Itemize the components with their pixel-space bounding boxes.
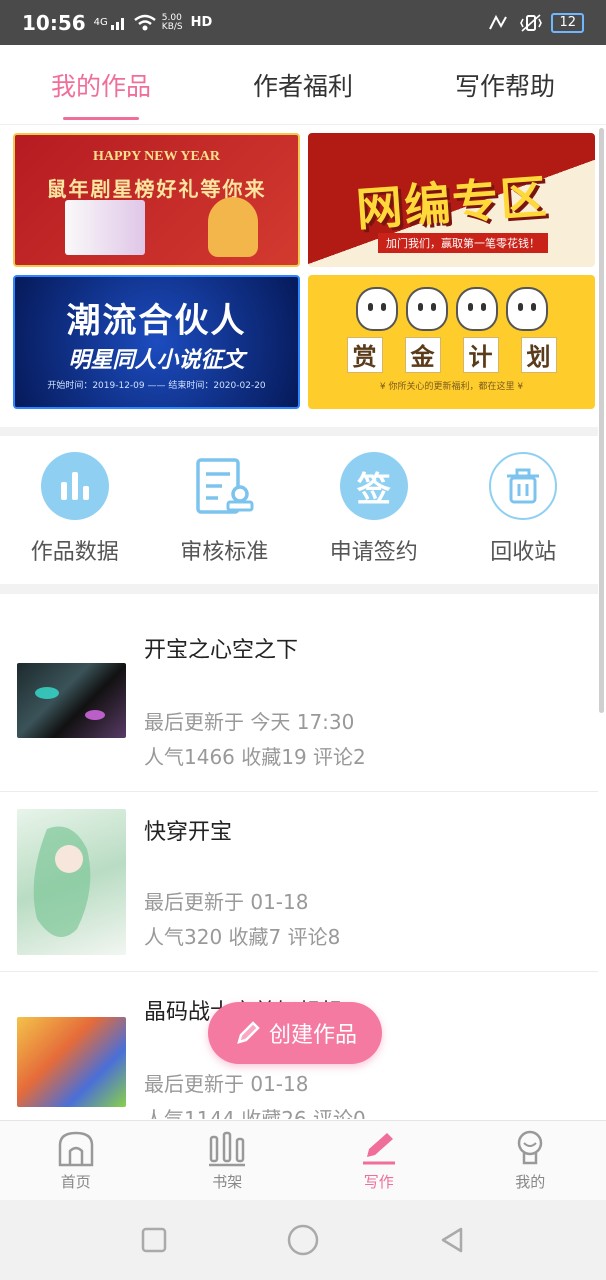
banner-trend-sub: 明星同人小说征文 bbox=[68, 348, 245, 373]
cat-1 bbox=[355, 286, 398, 331]
bounty-word: 赏 bbox=[346, 336, 383, 373]
signal-icon bbox=[110, 17, 124, 30]
profile-icon bbox=[518, 1130, 543, 1165]
sign-icon: 签 bbox=[339, 452, 408, 520]
review-doc-icon bbox=[190, 452, 258, 520]
banner-new-year[interactable]: HAPPY NEW YEAR 鼠年剧星榜好礼等你来 bbox=[13, 133, 300, 267]
nav-label: 书架 bbox=[212, 1173, 243, 1191]
work-title: 开宝之心空之下 bbox=[144, 638, 299, 663]
nav-profile[interactable]: 我的 bbox=[455, 1121, 606, 1200]
banner-grid: HAPPY NEW YEAR 鼠年剧星榜好礼等你来 网编专区 加门我们，赢取第一… bbox=[13, 133, 595, 409]
top-tabs: 我的作品 作者福利 写作帮助 bbox=[0, 45, 606, 125]
banner-editor-zone[interactable]: 网编专区 加门我们，赢取第一笔零花钱！ bbox=[308, 133, 595, 267]
divider bbox=[0, 427, 598, 436]
quick-review-standard[interactable]: 审核标准 bbox=[150, 436, 300, 584]
work-updated: 最后更新于 今天 17:30 bbox=[144, 710, 355, 734]
bounty-foot: ¥ 你所关心的更新福利，都在这里 ¥ bbox=[379, 381, 524, 392]
home-icon bbox=[58, 1131, 93, 1167]
recents-button[interactable] bbox=[139, 1225, 169, 1255]
hd-indicator: HD bbox=[190, 14, 213, 30]
cat-2 bbox=[405, 286, 448, 331]
cat-4 bbox=[505, 286, 548, 331]
work-updated: 最后更新于 01-18 bbox=[144, 1072, 309, 1096]
create-work-button[interactable]: 创建作品 bbox=[208, 1002, 382, 1064]
bounty-word: 划 bbox=[520, 336, 557, 373]
create-work-label: 创建作品 bbox=[268, 1023, 357, 1048]
system-nav-bar bbox=[0, 1200, 606, 1280]
nav-bookshelf[interactable]: 书架 bbox=[152, 1121, 304, 1200]
nfc-icon bbox=[489, 14, 508, 29]
pen-icon bbox=[362, 1133, 395, 1165]
network-type: 4G bbox=[93, 16, 108, 28]
work-stats: 人气1144 收藏26 评论0 bbox=[144, 1107, 366, 1119]
banner-trend-partner[interactable]: 潮流合伙人 明星同人小说征文 开始时间：2019-12-09 —— 结束时间：2… bbox=[13, 275, 300, 409]
banner-bounty-plan[interactable]: 赏 金 计 划 ¥ 你所关心的更新福利，都在这里 ¥ bbox=[308, 275, 595, 409]
tab-author-benefits[interactable]: 作者福利 bbox=[202, 45, 404, 124]
work-stats: 人气1466 收藏19 评论2 bbox=[144, 745, 366, 769]
banner-new-year-line1: HAPPY NEW YEAR bbox=[92, 149, 221, 164]
quick-label: 作品数据 bbox=[30, 540, 119, 565]
battery-indicator: 12 bbox=[551, 12, 584, 33]
bounty-word: 计 bbox=[462, 336, 499, 373]
status-bar: 10:56 4G 5.00 KB/S HD 12 bbox=[0, 0, 606, 45]
bookshelf-icon bbox=[209, 1131, 246, 1167]
bounty-words: 赏 金 计 划 bbox=[346, 336, 557, 373]
banner-editor-sub: 加门我们，赢取第一笔零花钱！ bbox=[378, 233, 548, 253]
vibrate-icon bbox=[520, 13, 543, 32]
nav-label: 首页 bbox=[60, 1173, 91, 1191]
cat-3 bbox=[455, 286, 498, 331]
work-updated: 最后更新于 01-18 bbox=[144, 890, 309, 914]
sign-glyph: 签 bbox=[356, 469, 391, 510]
wifi-icon bbox=[134, 14, 156, 30]
cats-illustration bbox=[355, 286, 548, 331]
tab-my-works[interactable]: 我的作品 bbox=[0, 45, 202, 124]
bottom-nav: 首页 书架 写作 我的 bbox=[0, 1120, 606, 1200]
work-stats: 人气320 收藏7 评论8 bbox=[144, 925, 341, 949]
back-button[interactable] bbox=[437, 1225, 467, 1255]
banner-trend-dates: 开始时间：2019-12-09 —— 结束时间：2020-02-20 bbox=[47, 381, 266, 391]
net-speed: 5.00 KB/S bbox=[161, 13, 183, 32]
quick-apply-sign[interactable]: 签 申请签约 bbox=[299, 436, 449, 584]
divider bbox=[0, 584, 598, 594]
net-speed-unit: KB/S bbox=[161, 21, 183, 32]
home-button[interactable] bbox=[286, 1223, 320, 1257]
bounty-word: 金 bbox=[404, 336, 441, 373]
nav-label: 写作 bbox=[363, 1173, 394, 1191]
status-time: 10:56 bbox=[22, 10, 86, 35]
quick-works-data[interactable]: 作品数据 bbox=[0, 436, 150, 584]
banner-trend-title: 潮流合伙人 bbox=[66, 301, 247, 341]
quick-label: 申请签约 bbox=[329, 540, 418, 565]
quick-actions: 作品数据 审核标准 签 申请签约 回收站 bbox=[0, 436, 598, 584]
quick-label: 审核标准 bbox=[180, 540, 269, 565]
nav-label: 我的 bbox=[515, 1173, 546, 1191]
list-item[interactable]: 快穿开宝 最后更新于 01-18 人气320 收藏7 评论8 bbox=[0, 792, 598, 972]
tab-writing-help[interactable]: 写作帮助 bbox=[404, 45, 606, 124]
work-cover bbox=[17, 1017, 126, 1107]
pencil-icon bbox=[237, 1021, 260, 1044]
work-cover bbox=[17, 663, 126, 738]
banner-editor-title: 网编专区 bbox=[354, 169, 550, 237]
banner-new-year-line2: 鼠年剧星榜好礼等你来 bbox=[46, 177, 267, 201]
list-item[interactable]: 开宝之心空之下 最后更新于 今天 17:30 人气1466 收藏19 评论2 bbox=[0, 594, 598, 792]
work-title: 快穿开宝 bbox=[144, 820, 233, 845]
cosmetics-image bbox=[65, 200, 145, 255]
trash-icon bbox=[489, 452, 558, 520]
nav-write[interactable]: 写作 bbox=[303, 1121, 455, 1200]
nav-home[interactable]: 首页 bbox=[0, 1121, 152, 1200]
mouse-mascot-image bbox=[208, 197, 258, 257]
bar-chart-icon bbox=[40, 452, 109, 520]
scrollbar[interactable] bbox=[599, 128, 604, 713]
work-cover bbox=[17, 809, 126, 955]
quick-label: 回收站 bbox=[490, 540, 557, 565]
quick-recycle-bin[interactable]: 回收站 bbox=[449, 436, 599, 584]
